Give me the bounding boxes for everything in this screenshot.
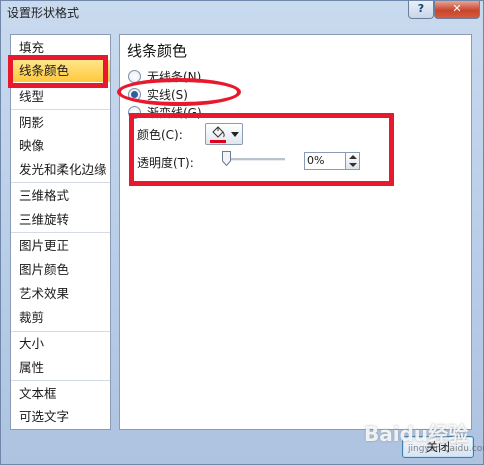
nav-item-properties[interactable]: 属性	[11, 357, 110, 379]
current-color-swatch	[210, 140, 226, 143]
spin-up-icon[interactable]	[349, 155, 357, 159]
transparency-spinner[interactable]	[345, 152, 360, 170]
watermark-url: jingyan.baidu.com	[408, 444, 484, 454]
chevron-down-icon	[231, 132, 239, 137]
format-shape-dialog: 设置形状格式 ? ✕ 填充 线条颜色 线型 阴影 映像 发光和柔化边缘 三维格式…	[0, 0, 484, 465]
color-label: 颜色(C):	[137, 128, 183, 142]
paint-bucket-icon	[212, 126, 225, 138]
gradient-line-label: 渐变线(G)	[147, 106, 202, 120]
nav-item-line-style[interactable]: 线型	[11, 86, 110, 108]
nav-item-3d-rotation[interactable]: 三维旋转	[11, 209, 110, 231]
nav-item-crop[interactable]: 裁剪	[11, 307, 110, 329]
dialog-title: 设置形状格式	[7, 6, 80, 20]
title-bar[interactable]: 设置形状格式 ? ✕	[1, 1, 483, 25]
nav-item-line-color[interactable]: 线条颜色	[11, 60, 110, 82]
solid-line-option[interactable]: 实线(S)	[128, 86, 188, 102]
line-color-panel: 线条颜色 无线条(N) 实线(S) 渐变线(G) 颜色(C): 透明度(T): …	[119, 34, 472, 430]
transparency-slider-track[interactable]	[226, 158, 285, 161]
no-line-radio[interactable]	[128, 70, 141, 83]
no-line-option[interactable]: 无线条(N)	[128, 68, 201, 84]
nav-item-3d-format[interactable]: 三维格式	[11, 185, 110, 207]
transparency-slider-thumb[interactable]	[222, 151, 231, 166]
gradient-line-option[interactable]: 渐变线(G)	[128, 104, 202, 120]
no-line-label: 无线条(N)	[147, 70, 202, 84]
line-color-picker[interactable]	[205, 123, 243, 145]
solid-line-radio[interactable]	[128, 88, 141, 101]
transparency-label: 透明度(T):	[137, 156, 194, 170]
nav-item-artistic-effects[interactable]: 艺术效果	[11, 283, 110, 305]
section-title: 线条颜色	[127, 42, 188, 60]
gradient-line-radio[interactable]	[128, 106, 141, 119]
window-close-button[interactable]: ✕	[434, 1, 480, 19]
category-list: 填充 线条颜色 线型 阴影 映像 发光和柔化边缘 三维格式 三维旋转 图片更正 …	[10, 34, 111, 430]
nav-item-reflection[interactable]: 映像	[11, 135, 110, 157]
nav-item-picture-corrections[interactable]: 图片更正	[11, 235, 110, 257]
nav-item-alt-text[interactable]: 可选文字	[11, 406, 110, 428]
solid-line-label: 实线(S)	[147, 88, 188, 102]
nav-item-fill[interactable]: 填充	[11, 37, 110, 59]
help-button[interactable]: ?	[408, 1, 434, 19]
nav-item-glow[interactable]: 发光和柔化边缘	[11, 159, 110, 181]
nav-item-picture-color[interactable]: 图片颜色	[11, 259, 110, 281]
nav-item-size[interactable]: 大小	[11, 333, 110, 355]
nav-item-shadow[interactable]: 阴影	[11, 112, 110, 134]
spin-down-icon[interactable]	[349, 163, 357, 167]
nav-item-text-box[interactable]: 文本框	[11, 383, 110, 405]
watermark: Baidu经验	[364, 422, 469, 446]
